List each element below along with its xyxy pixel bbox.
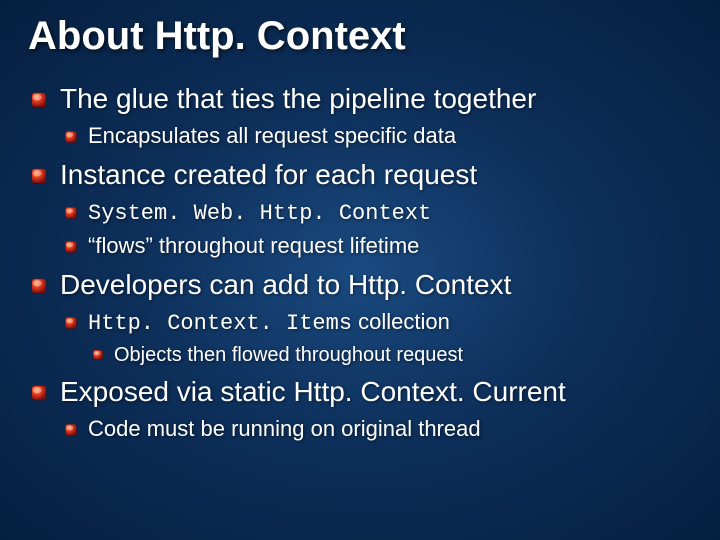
bullet-icon (64, 240, 78, 254)
list-level-2: Encapsulates all request specific data (60, 122, 692, 151)
list-item-text: Developers can add to Http. Context (60, 269, 511, 300)
bullet-icon (64, 316, 78, 330)
bullet-icon (30, 91, 48, 109)
bullet-icon (64, 130, 78, 144)
bullet-icon (64, 423, 78, 437)
bullet-icon (30, 167, 48, 185)
list-item: Http. Context. Items collection Objects t… (60, 308, 692, 369)
list-item: Instance created for each request System.… (28, 157, 692, 261)
list-item: System. Web. Http. Context (60, 198, 692, 229)
list-item: Developers can add to Http. Context Http.… (28, 267, 692, 369)
list-item-text: “flows” throughout request lifetime (88, 233, 419, 258)
list-item-text: Code must be running on original thread (88, 416, 481, 441)
slide-title: About Http. Context (28, 14, 692, 59)
list-item: Encapsulates all request specific data (60, 122, 692, 151)
list-item-text: System. Web. Http. Context (88, 201, 431, 226)
list-level-2: Http. Context. Items collection Objects t… (60, 308, 692, 369)
list-item: “flows” throughout request lifetime (60, 232, 692, 261)
list-item-text: Instance created for each request (60, 159, 477, 190)
bullet-icon (30, 384, 48, 402)
list-item-text: The glue that ties the pipeline together (60, 83, 536, 114)
bullet-list: The glue that ties the pipeline together… (28, 81, 692, 444)
list-level-2: Code must be running on original thread (60, 415, 692, 444)
bullet-icon (92, 349, 104, 361)
text-segment: collection (352, 309, 450, 334)
slide-container: About Http. Context The glue that ties t… (0, 0, 720, 540)
list-level-2: System. Web. Http. Context “flows” throug… (60, 198, 692, 261)
text-segment: Http. Context. Items (88, 311, 352, 336)
list-item-text: Objects then flowed throughout request (114, 344, 463, 366)
list-item-text: Http. Context. Items collection (88, 309, 450, 334)
list-item: Objects then flowed throughout request (88, 342, 692, 368)
list-item-text: Exposed via static Http. Context. Curren… (60, 376, 566, 407)
list-item: The glue that ties the pipeline together… (28, 81, 692, 151)
list-item: Code must be running on original thread (60, 415, 692, 444)
list-item-text: Encapsulates all request specific data (88, 123, 456, 148)
bullet-icon (64, 206, 78, 220)
list-item: Exposed via static Http. Context. Curren… (28, 374, 692, 444)
list-level-3: Objects then flowed throughout request (88, 342, 692, 368)
bullet-icon (30, 277, 48, 295)
